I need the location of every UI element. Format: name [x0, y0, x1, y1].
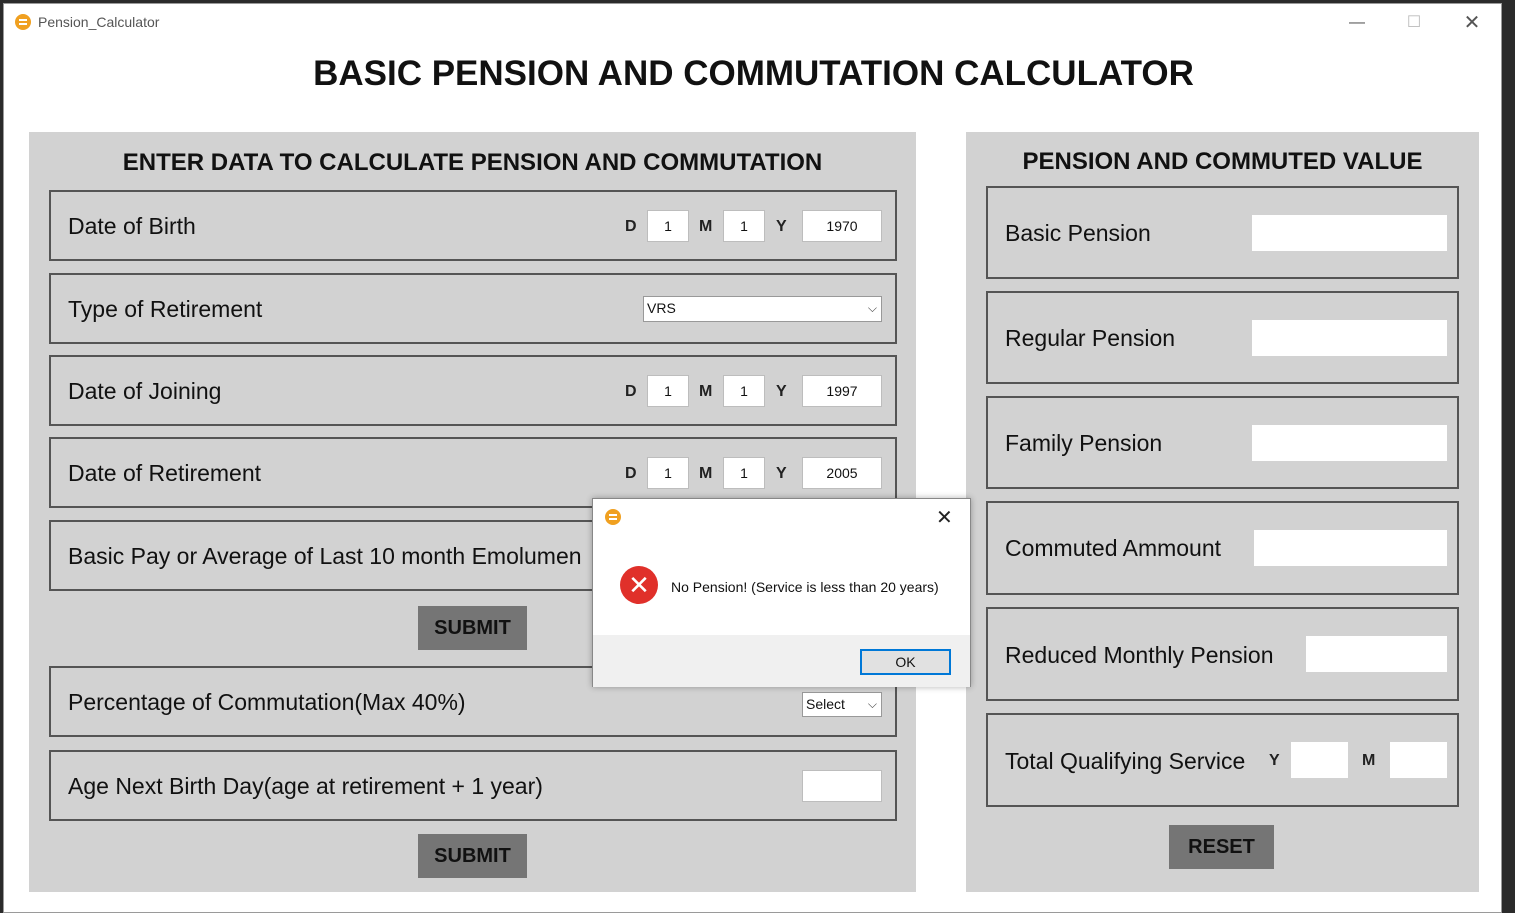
- doj-month-input[interactable]: 1: [723, 375, 765, 407]
- dialog-close-icon[interactable]: ✕: [936, 505, 953, 530]
- dob-day-input[interactable]: 1: [647, 210, 689, 242]
- retirement-type-value: VRS: [647, 300, 676, 316]
- qualifying-m-label: M: [1362, 752, 1376, 769]
- commuted-amount-label: Commuted Ammount: [1005, 535, 1222, 561]
- maximize-button[interactable]: ☐: [1391, 8, 1437, 38]
- retirement-type-select[interactable]: VRS ⌵: [643, 296, 882, 322]
- dialog-message: No Pension! (Service is less than 20 yea…: [671, 579, 939, 595]
- regular-pension-label: Regular Pension: [1005, 325, 1176, 351]
- doj-m-label: M: [699, 383, 713, 400]
- window-title: Pension_Calculator: [38, 14, 160, 30]
- retirement-type-label: Type of Retirement: [68, 296, 263, 322]
- commutation-label: Percentage of Commutation(Max 40%): [68, 689, 466, 715]
- commutation-value: Select: [806, 696, 845, 712]
- chevron-down-icon: ⌵: [867, 697, 877, 711]
- close-button[interactable]: ✕: [1449, 8, 1495, 38]
- commutation-select[interactable]: Select ⌵: [802, 692, 882, 717]
- reset-button[interactable]: RESET: [1169, 825, 1274, 869]
- dor-month-input[interactable]: 1: [723, 457, 765, 489]
- commuted-amount-row: Commuted Ammount: [986, 501, 1459, 595]
- chevron-down-icon: ⌵: [867, 301, 877, 315]
- qualifying-service-row: Total Qualifying Service Y M: [986, 713, 1459, 807]
- family-pension-row: Family Pension: [986, 396, 1459, 489]
- doj-year-input[interactable]: 1997: [802, 375, 882, 407]
- title-bar: Pension_Calculator — ☐ ✕: [4, 4, 1501, 42]
- output-panel-heading: PENSION AND COMMUTED VALUE: [1022, 148, 1423, 175]
- minimize-button[interactable]: —: [1334, 8, 1380, 38]
- doj-y-label: Y: [776, 383, 787, 400]
- doj-label: Date of Joining: [68, 378, 222, 404]
- family-pension-label: Family Pension: [1005, 430, 1163, 456]
- dor-d-label: D: [625, 465, 637, 482]
- basic-pension-label: Basic Pension: [1005, 220, 1151, 246]
- qualifying-service-label: Total Qualifying Service: [1005, 748, 1246, 774]
- ok-button[interactable]: OK: [860, 649, 951, 675]
- dor-year-input[interactable]: 2005: [802, 457, 882, 489]
- error-dialog: ✕ ✕ No Pension! (Service is less than 20…: [592, 498, 971, 687]
- dob-label: Date of Birth: [68, 213, 196, 239]
- page-title: BASIC PENSION AND COMMUTATION CALCULATOR: [313, 54, 1194, 93]
- app-icon: [605, 509, 621, 525]
- reduced-pension-row: Reduced Monthly Pension: [986, 607, 1459, 701]
- submit-button-2[interactable]: SUBMIT: [418, 834, 527, 878]
- dor-label: Date of Retirement: [68, 460, 262, 486]
- dor-y-label: Y: [776, 465, 787, 482]
- basic-pension-output[interactable]: [1252, 215, 1447, 251]
- age-next-row: Age Next Birth Day(age at retirement + 1…: [49, 750, 897, 821]
- basic-pay-label: Basic Pay or Average of Last 10 month Em…: [68, 543, 582, 569]
- family-pension-output[interactable]: [1252, 425, 1447, 461]
- doj-d-label: D: [625, 383, 637, 400]
- doj-day-input[interactable]: 1: [647, 375, 689, 407]
- reduced-pension-label: Reduced Monthly Pension: [1005, 642, 1274, 668]
- qualifying-years-output[interactable]: [1291, 742, 1348, 778]
- dob-row: Date of Birth D 1 M 1 Y 1970: [49, 190, 897, 261]
- qualifying-y-label: Y: [1269, 752, 1280, 769]
- submit-button-1[interactable]: SUBMIT: [418, 606, 527, 650]
- regular-pension-row: Regular Pension: [986, 291, 1459, 384]
- app-window: Pension_Calculator — ☐ ✕ BASIC PENSION A…: [3, 3, 1502, 913]
- dob-d-label: D: [625, 218, 637, 235]
- age-next-label: Age Next Birth Day(age at retirement + 1…: [68, 773, 543, 799]
- dor-m-label: M: [699, 465, 713, 482]
- app-icon: [15, 14, 31, 30]
- reduced-pension-output[interactable]: [1306, 636, 1447, 672]
- commuted-amount-output[interactable]: [1254, 530, 1447, 566]
- dob-month-input[interactable]: 1: [723, 210, 765, 242]
- dialog-footer: OK: [593, 635, 970, 687]
- error-icon: ✕: [620, 566, 658, 604]
- dob-m-label: M: [699, 218, 713, 235]
- basic-pension-row: Basic Pension: [986, 186, 1459, 279]
- output-panel: PENSION AND COMMUTED VALUE Basic Pension…: [966, 132, 1479, 892]
- retirement-type-row: Type of Retirement VRS ⌵: [49, 273, 897, 344]
- dor-day-input[interactable]: 1: [647, 457, 689, 489]
- regular-pension-output[interactable]: [1252, 320, 1447, 356]
- input-panel-heading: ENTER DATA TO CALCULATE PENSION AND COMM…: [122, 149, 823, 176]
- dob-y-label: Y: [776, 218, 787, 235]
- qualifying-months-output[interactable]: [1390, 742, 1447, 778]
- doj-row: Date of Joining D 1 M 1 Y 1997: [49, 355, 897, 426]
- age-next-input[interactable]: [802, 770, 882, 802]
- dob-year-input[interactable]: 1970: [802, 210, 882, 242]
